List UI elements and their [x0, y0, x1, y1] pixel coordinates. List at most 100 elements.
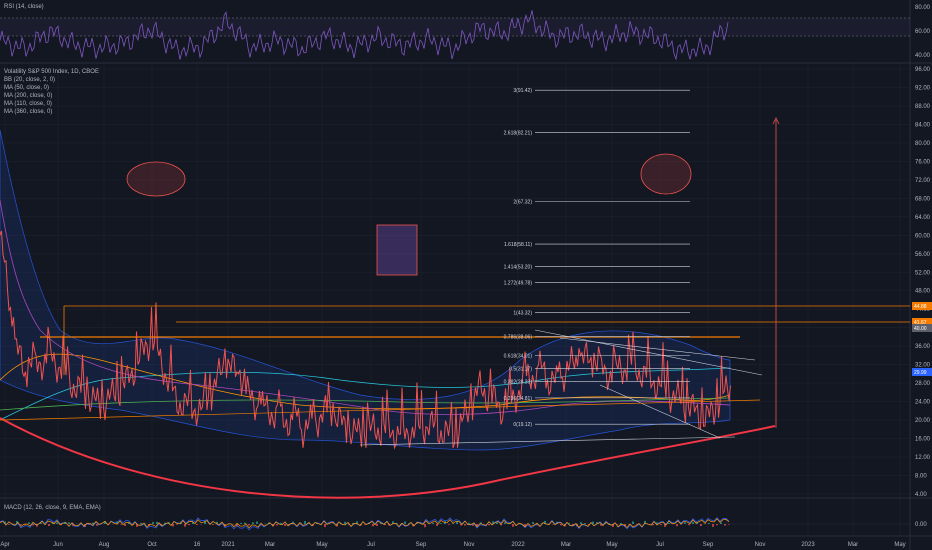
macd-histogram-bar [632, 521, 634, 524]
macd-histogram-bar [532, 522, 534, 524]
highlight-ellipse-left[interactable] [126, 161, 186, 197]
fib-level-label: 0.786(38.06) [504, 335, 533, 341]
macd-histogram-bar [252, 522, 254, 524]
macd-histogram-bar [276, 524, 278, 526]
highlight-rectangle[interactable] [376, 224, 418, 276]
macd-histogram-bar [48, 524, 50, 527]
tradingview-chart[interactable]: RSI (14, close) 80.00 60.00 40.00 Volatili… [0, 0, 932, 550]
macd-histogram-bar [424, 524, 426, 528]
macd-axis: 0.00 [915, 522, 927, 528]
macd-histogram-bar [284, 524, 286, 526]
macd-histogram-bar [120, 524, 122, 525]
macd-histogram-bar [684, 522, 686, 524]
legend-item[interactable]: MA (200, close, 0) [4, 93, 52, 99]
macd-histogram-bar [96, 524, 98, 526]
macd-histogram-bar [716, 524, 718, 526]
price-tick-label: 32.00 [915, 363, 931, 369]
fib-level-label: 0.382(28.33) [504, 380, 533, 386]
price-title[interactable]: Volatility S&P 500 Index, 1D, CBOE [4, 69, 99, 75]
time-tick-label: May [606, 542, 617, 548]
macd-histogram-bar [468, 522, 470, 524]
fib-level-label: 2.618(82.21) [504, 131, 533, 137]
rsi-title[interactable]: RSI (14, close) [4, 4, 44, 10]
time-tick-label: May [316, 542, 327, 548]
legend-item[interactable]: MA (50, close, 0) [4, 85, 49, 91]
legend-item[interactable]: BB (20, close, 2, 0) [4, 77, 55, 83]
macd-histogram-bar [652, 524, 654, 526]
macd-histogram-bar [188, 524, 190, 526]
macd-histogram-bar [708, 522, 710, 524]
macd-histogram-bar [240, 522, 242, 524]
macd-histogram-bar [448, 524, 450, 525]
time-tick-label: Nov [464, 542, 475, 548]
time-tick-label: 2022 [511, 542, 525, 548]
fib-level-label: 3(91.42) [513, 88, 532, 94]
macd-histogram-bar [660, 524, 662, 526]
rsi-tick-label: 40.00 [915, 53, 931, 59]
macd-histogram-bar [184, 524, 186, 527]
macd-histogram-bar [152, 521, 154, 524]
time-tick-label: Nov [755, 542, 766, 548]
time-tick-label: Aug [99, 542, 110, 548]
macd-histogram-bar [724, 524, 726, 526]
macd-histogram-bar [92, 522, 94, 524]
macd-histogram-bar [692, 522, 694, 524]
legend-item[interactable]: MA (360, close, 0) [4, 109, 52, 115]
price-tick-label: 76.00 [915, 159, 931, 165]
macd-histogram-bar [668, 523, 670, 524]
macd-histogram-bar [676, 524, 678, 527]
price-tick-label: 80.00 [915, 141, 931, 147]
fib-level-label: 0(19.12) [513, 422, 532, 428]
highlight-ellipse-right[interactable] [640, 153, 692, 195]
macd-histogram-bar [28, 522, 30, 524]
time-tick-label: 16 [194, 542, 201, 548]
price-tick-label: 16.00 [915, 437, 931, 443]
fib-level-label: 0.618(34.01) [504, 353, 533, 359]
macd-histogram-bar [512, 524, 514, 527]
macd-histogram-bar [68, 522, 70, 524]
macd-histogram-bar [248, 524, 250, 526]
fib-level-label: 2(67.32) [513, 199, 532, 205]
macd-histogram-bar [376, 524, 378, 527]
price-tick-label: 96.00 [915, 67, 931, 73]
price-tick-label: 4.00 [915, 492, 927, 498]
macd-histogram-bar [488, 524, 490, 526]
price-tag-label: 40.00 [914, 326, 927, 332]
macd-histogram-bar [456, 521, 458, 524]
macd-histogram-bar [176, 524, 178, 525]
price-tag-label: 44.88 [914, 304, 927, 310]
macd-histogram-bar [304, 520, 306, 524]
time-tick-label: Jul [367, 542, 375, 548]
macd-histogram-bar [620, 523, 622, 524]
macd-histogram-bar [404, 521, 406, 524]
chart-background [0, 0, 932, 550]
macd-histogram-bar [580, 522, 582, 524]
macd-histogram-bar [560, 524, 562, 526]
macd-histogram-bar [496, 522, 498, 524]
macd-title[interactable]: MACD (12, 26, close, 9, EMA, EMA) [4, 505, 101, 511]
macd-histogram-bar [432, 522, 434, 524]
time-tick-label: Jul [656, 542, 664, 548]
time-tick-label: 2023 [801, 542, 815, 548]
fib-level-label: 1.414(53.20) [504, 265, 533, 271]
macd-histogram-bar [464, 524, 466, 526]
macd-histogram-bar [728, 524, 730, 525]
price-tick-label: 36.00 [915, 344, 931, 350]
time-tick-label: Mar [265, 542, 275, 548]
time-tick-label: Sep [416, 542, 427, 548]
macd-histogram-bar [552, 524, 554, 525]
fib-level-label: 1.618(58.11) [504, 242, 532, 248]
price-tick-label: 92.00 [915, 85, 931, 91]
time-tick-label: Jun [53, 542, 63, 548]
time-tick-label: Mar [561, 542, 571, 548]
macd-histogram-bar [156, 521, 158, 524]
macd-histogram-bar [344, 521, 346, 524]
macd-histogram-bar [140, 522, 142, 524]
macd-histogram-bar [504, 522, 506, 524]
macd-histogram-bar [20, 524, 22, 525]
macd-histogram-bar [372, 524, 374, 527]
price-tick-label: 60.00 [915, 233, 931, 239]
price-tick-label: 12.00 [915, 455, 931, 461]
fib-level-label: 1(43.32) [513, 310, 532, 316]
legend-item[interactable]: MA (110, close, 0) [4, 101, 52, 107]
